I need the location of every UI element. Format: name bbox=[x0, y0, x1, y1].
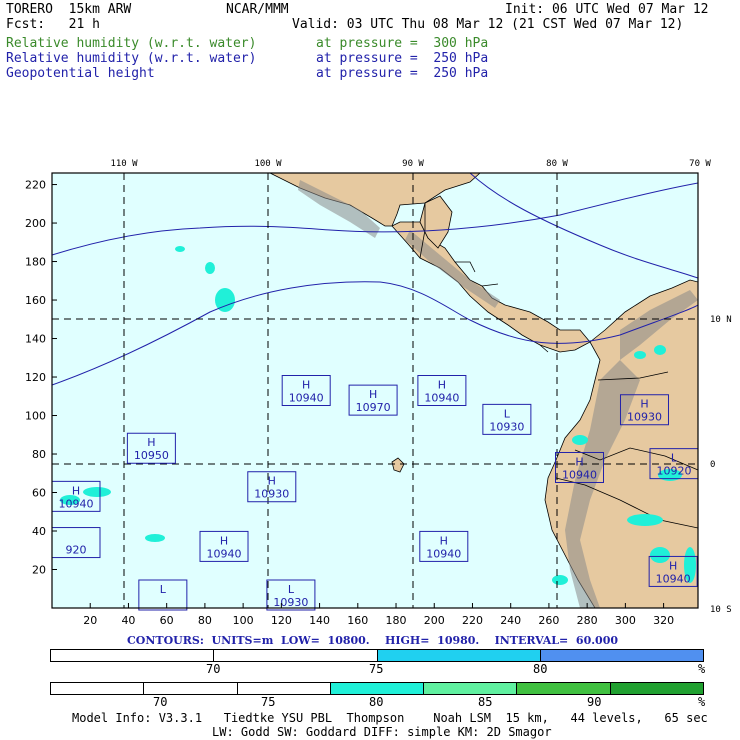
colorbar-segment bbox=[51, 650, 215, 661]
marker-value: 10940 bbox=[289, 392, 324, 405]
x-tick-label: 180 bbox=[386, 614, 407, 627]
marker-value: 10920 bbox=[657, 465, 692, 478]
marker-value: 10940 bbox=[424, 392, 459, 405]
contours-info: CONTOURS: UNITS=m LOW= 10800. HIGH= 1098… bbox=[127, 634, 619, 647]
x-tick-label: 220 bbox=[462, 614, 483, 627]
marker-type: L bbox=[671, 452, 678, 465]
y-tick-label: 100 bbox=[25, 410, 46, 423]
y-tick-label: 60 bbox=[32, 487, 46, 500]
marker-value: 10950 bbox=[134, 449, 169, 462]
lon-label-70w: 70 W bbox=[689, 159, 711, 169]
y-tick-label: 180 bbox=[25, 256, 46, 269]
marker-value: 10930 bbox=[273, 596, 308, 609]
marker-type: H bbox=[147, 436, 155, 449]
colorbar2-label-70: 70 bbox=[153, 695, 168, 709]
y-tick-label: 40 bbox=[32, 525, 46, 538]
y-tick-label: 140 bbox=[25, 333, 46, 346]
lon-label-80w: 80 W bbox=[546, 159, 568, 169]
colorbar2-label-85: 85 bbox=[478, 695, 493, 709]
x-tick-label: 320 bbox=[653, 614, 674, 627]
colorbar1-label-75: 75 bbox=[369, 662, 384, 676]
marker-value: 10940 bbox=[59, 497, 94, 510]
colorbar-segment bbox=[377, 650, 541, 661]
lon-label-90w: 90 W bbox=[402, 159, 424, 169]
marker-type: L bbox=[504, 407, 511, 420]
marker-type: H bbox=[440, 534, 448, 547]
marker-type: L bbox=[288, 583, 295, 596]
x-tick-label: 280 bbox=[577, 614, 598, 627]
x-tick-label: 160 bbox=[347, 614, 368, 627]
colorbar-segment bbox=[51, 683, 145, 694]
colorbar1-label-70: 70 bbox=[206, 662, 221, 676]
colorbar-segment bbox=[517, 683, 611, 694]
marker-type: H bbox=[268, 475, 276, 488]
marker-value: 10970 bbox=[356, 401, 391, 414]
marker-value: 10930 bbox=[627, 411, 662, 424]
marker-type: H bbox=[669, 559, 677, 572]
marker-type: H bbox=[220, 534, 228, 547]
marker-value: 10940 bbox=[656, 572, 691, 585]
marker-type: H bbox=[575, 455, 583, 468]
colorbar1-label-80: 80 bbox=[533, 662, 548, 676]
marker-type: H bbox=[438, 379, 446, 392]
marker-value: 10940 bbox=[562, 468, 597, 481]
colorbar-300hpa bbox=[50, 682, 704, 695]
x-tick-label: 60 bbox=[160, 614, 174, 627]
y-tick-label: 160 bbox=[25, 294, 46, 307]
lon-label-100w: 100 W bbox=[254, 159, 282, 169]
colorbar-segment bbox=[540, 650, 703, 661]
x-tick-label: 100 bbox=[233, 614, 254, 627]
colorbar2-label-pct: % bbox=[698, 695, 706, 709]
marker-value: 10940 bbox=[207, 547, 242, 560]
colorbar2-label-80: 80 bbox=[369, 695, 384, 709]
weather-map: H10940 H10970H10940L10930H10930H10950 H109… bbox=[25, 159, 732, 627]
marker-type: H bbox=[72, 484, 80, 497]
lat-label-10n: 10 N bbox=[710, 315, 732, 325]
x-tick-label: 20 bbox=[83, 614, 97, 627]
colorbar2-label-90: 90 bbox=[587, 695, 602, 709]
colorbar-segment bbox=[424, 683, 518, 694]
marker-value: 920 bbox=[66, 544, 87, 557]
x-tick-label: 200 bbox=[424, 614, 445, 627]
x-tick-label: 40 bbox=[121, 614, 135, 627]
physics-info: LW: Godd SW: Goddard DIFF: simple KM: 2D… bbox=[212, 725, 552, 739]
marker-value: 10940 bbox=[426, 547, 461, 560]
model-info: Model Info: V3.3.1 Tiedtke YSU PBL Thomp… bbox=[72, 711, 708, 725]
y-tick-label: 120 bbox=[25, 371, 46, 384]
marker-type: H bbox=[369, 388, 377, 401]
x-tick-label: 300 bbox=[615, 614, 636, 627]
y-tick-label: 220 bbox=[25, 179, 46, 192]
colorbar-250hpa bbox=[50, 649, 704, 662]
x-tick-label: 80 bbox=[198, 614, 212, 627]
x-tick-label: 140 bbox=[309, 614, 330, 627]
marker-value: 10930 bbox=[489, 420, 524, 433]
y-tick-label: 200 bbox=[25, 217, 46, 230]
y-tick-label: 20 bbox=[32, 564, 46, 577]
colorbar-segment bbox=[214, 650, 378, 661]
marker-type: H bbox=[302, 379, 310, 392]
x-tick-label: 240 bbox=[500, 614, 521, 627]
lat-label-0: 0 bbox=[710, 460, 715, 470]
y-tick-label: 80 bbox=[32, 448, 46, 461]
colorbar-segment bbox=[237, 683, 331, 694]
colorbar-segment bbox=[144, 683, 238, 694]
x-tick-label: 260 bbox=[538, 614, 559, 627]
x-tick-label: 120 bbox=[271, 614, 292, 627]
colorbar2-label-75: 75 bbox=[261, 695, 276, 709]
lon-label-110w: 110 W bbox=[110, 159, 138, 169]
colorbar-segment bbox=[610, 683, 703, 694]
colorbar-segment bbox=[330, 683, 425, 694]
colorbar1-label-pct: % bbox=[698, 662, 706, 676]
marker-type: L bbox=[160, 583, 167, 596]
marker-type: H bbox=[640, 398, 648, 411]
lat-label-10s: 10 S bbox=[710, 605, 732, 615]
marker-value: 10930 bbox=[254, 488, 289, 501]
